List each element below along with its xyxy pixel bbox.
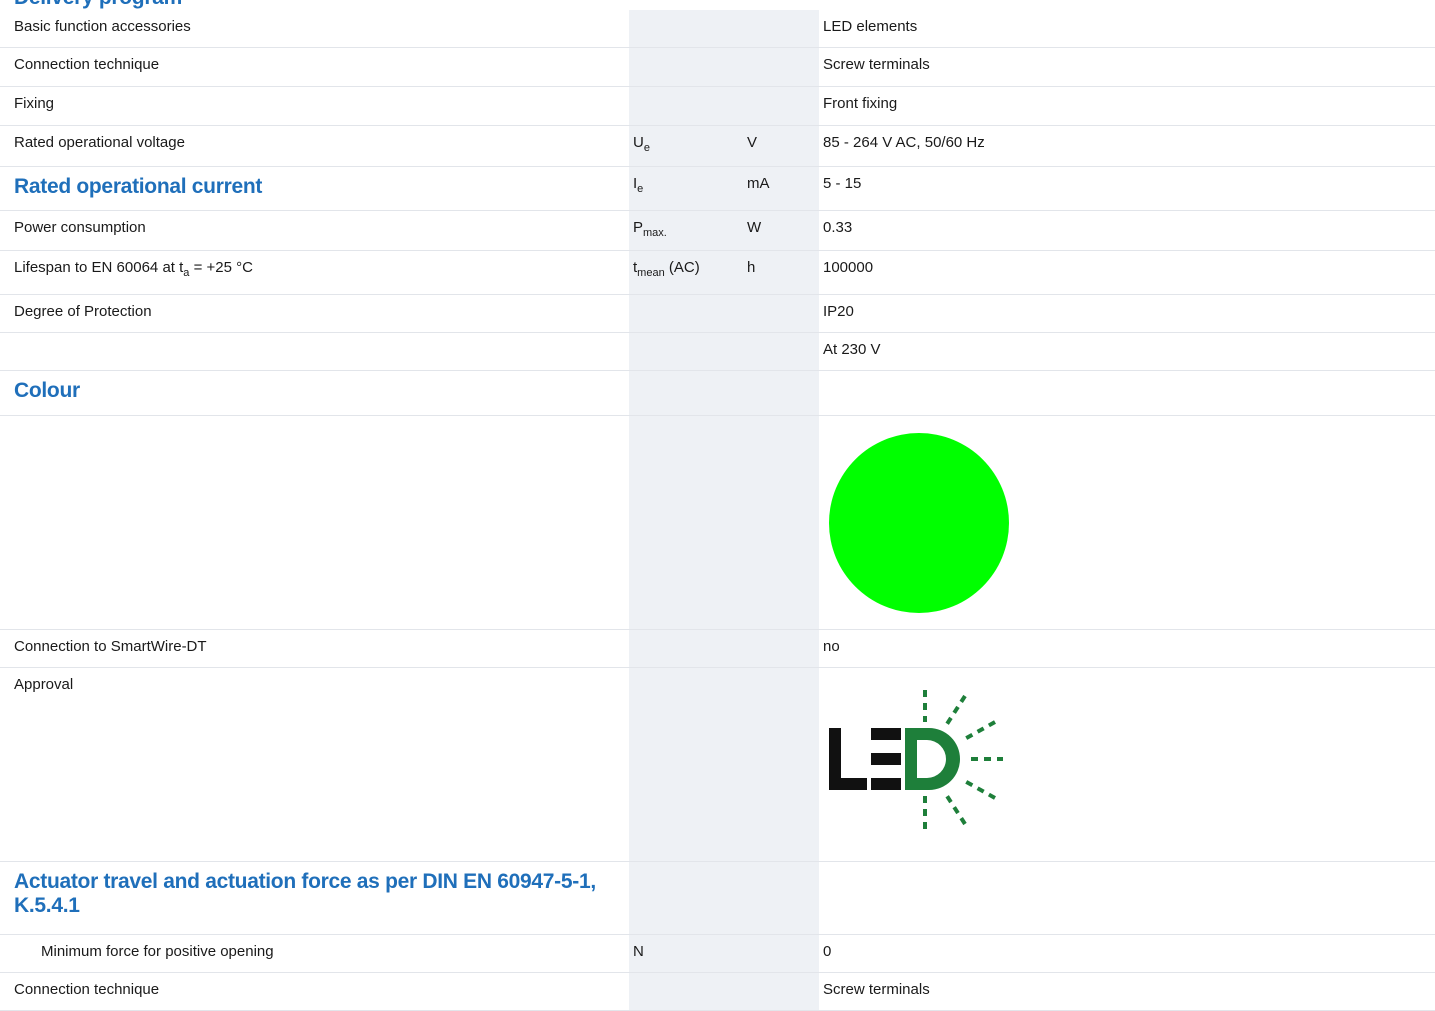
section-heading: Actuator travel and actuation force as p… — [14, 870, 596, 917]
row-value: Screw terminals — [823, 56, 930, 73]
row-symbol: Ie — [633, 175, 644, 195]
table-row: Basic function accessories LED elements — [0, 10, 1435, 48]
row-value: 0.33 — [823, 219, 853, 236]
row-unit: mA — [747, 175, 770, 192]
table-row — [0, 416, 1435, 630]
page-title: Delivery program — [14, 0, 182, 10]
row-value: 0 — [823, 943, 832, 960]
row-unit: W — [747, 219, 762, 236]
row-unit: N — [633, 943, 644, 960]
table-row: Connection to SmartWire-DT no — [0, 630, 1435, 668]
row-label: Connection technique — [14, 981, 160, 998]
row-value: Front fixing — [823, 95, 898, 112]
row-value: 5 - 15 — [823, 175, 862, 192]
colour-swatch-green — [829, 433, 1009, 613]
table-row: Degree of Protection IP20 — [0, 295, 1435, 333]
table-row: Fixing Front fixing — [0, 87, 1435, 126]
table-row: Minimum force for positive opening N 0 — [0, 935, 1435, 973]
row-value: no — [823, 638, 840, 655]
spec-table: Basic function accessories LED elements … — [0, 10, 1435, 1011]
row-label: Minimum force for positive opening — [41, 943, 274, 960]
table-row: Actuator travel and actuation force as p… — [0, 862, 1435, 935]
table-row: Power consumption Pmax. W 0.33 — [0, 211, 1435, 251]
row-symbol: Ue — [633, 134, 650, 154]
row-value: 85 - 264 V AC, 50/60 Hz — [823, 134, 985, 151]
table-row: Rated operational voltage Ue V 85 - 264 … — [0, 126, 1435, 167]
led-approval-logo-icon — [829, 690, 1003, 832]
table-row: At 230 V — [0, 333, 1435, 371]
section-heading: Rated operational current — [14, 175, 263, 198]
table-row: Rated operational current Ie mA 5 - 15 — [0, 167, 1435, 211]
row-label: Basic function accessories — [14, 18, 191, 35]
row-label: Connection technique — [14, 56, 160, 73]
row-symbol: Pmax. — [633, 219, 667, 239]
table-row: Approval — [0, 668, 1435, 862]
row-label: Rated operational voltage — [14, 134, 185, 151]
row-value: IP20 — [823, 303, 854, 320]
section-heading: Colour — [14, 379, 80, 402]
row-label: Power consumption — [14, 219, 146, 236]
row-value: Screw terminals — [823, 981, 930, 998]
row-label: Fixing — [14, 95, 55, 112]
row-unit: h — [747, 259, 756, 276]
row-symbol: tmean (AC) — [633, 259, 700, 279]
table-row: Connection technique Screw terminals — [0, 973, 1435, 1011]
table-row: Connection technique Screw terminals — [0, 48, 1435, 87]
row-value: 100000 — [823, 259, 874, 276]
row-value: LED elements — [823, 18, 918, 35]
row-label: Approval — [14, 676, 74, 693]
row-unit: V — [747, 134, 758, 151]
row-value: At 230 V — [823, 341, 881, 358]
row-label: Connection to SmartWire-DT — [14, 638, 207, 655]
row-label: Lifespan to EN 60064 at ta = +25 °C — [14, 259, 253, 279]
table-row: Colour — [0, 371, 1435, 416]
table-row: Lifespan to EN 60064 at ta = +25 °C tmea… — [0, 251, 1435, 295]
row-label: Degree of Protection — [14, 303, 152, 320]
